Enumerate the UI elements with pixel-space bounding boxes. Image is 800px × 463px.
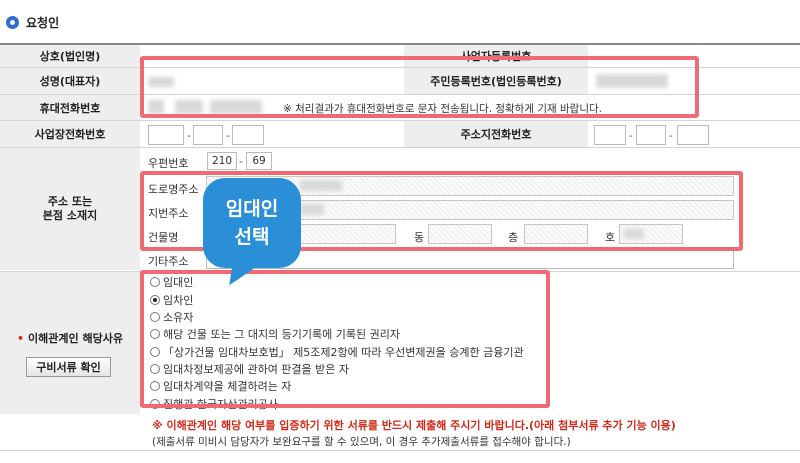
- mobile-label: 휴대전화번호: [0, 95, 140, 120]
- interest-label-cell: • 이해관계인 해당사유: [0, 272, 140, 414]
- office-phone-3-input[interactable]: [232, 125, 264, 145]
- callout-line-1: 임대인: [225, 198, 279, 220]
- office-phone-2-input[interactable]: [193, 125, 223, 145]
- extra-address-label: 기타주소: [148, 255, 189, 268]
- address-phone-1-input[interactable]: [594, 125, 626, 145]
- callout-bubble: 임대인 선택: [203, 178, 301, 268]
- callout-line-2: 선택: [234, 226, 270, 248]
- phone-separator: -: [226, 129, 230, 142]
- office-phone-label: 사업장전화번호: [0, 121, 140, 147]
- postal-separator: -: [239, 155, 243, 168]
- interest-label: 이해관계인 해당사유: [28, 332, 123, 345]
- phone-separator: -: [187, 129, 191, 142]
- highlight-frame-reasons: [140, 270, 550, 408]
- postal-2-input[interactable]: 69: [246, 152, 272, 170]
- interest-label-row: • 이해관계인 해당사유: [17, 330, 123, 346]
- table-bottom-border: [0, 450, 800, 451]
- notice-text: ※ 이해관계인 해당 여부를 입증하기 위한 서류를 반드시 제출해 주시기 바…: [152, 419, 676, 432]
- highlight-frame-contact: [140, 56, 699, 118]
- required-mark: •: [17, 331, 25, 345]
- sub-notice-text: (제출서류 미비시 담당자가 보완요구를 할 수 있으며, 이 경우 추가제출서…: [152, 436, 571, 448]
- name-label: 성명(대표자): [0, 68, 140, 94]
- bullet-icon: [6, 16, 19, 29]
- phone-separator: -: [629, 129, 633, 142]
- docs-check-button[interactable]: 구비서류 확인: [26, 357, 111, 377]
- office-phone-1-input[interactable]: [148, 125, 184, 145]
- address-phone-3-input[interactable]: [677, 125, 709, 145]
- section-title: 요청인: [26, 16, 60, 30]
- address-phone-2-input[interactable]: [636, 125, 666, 145]
- postal-1-input[interactable]: 210: [207, 152, 237, 170]
- address-label: 주소 또는 본점 소재지: [0, 148, 140, 270]
- company-name-label: 상호(법인명): [0, 45, 140, 67]
- section-header: 요청인: [6, 14, 59, 31]
- address-phone-label: 주소지전화번호: [404, 121, 588, 147]
- phone-separator: -: [669, 129, 673, 142]
- postal-label: 우편번호: [148, 157, 189, 170]
